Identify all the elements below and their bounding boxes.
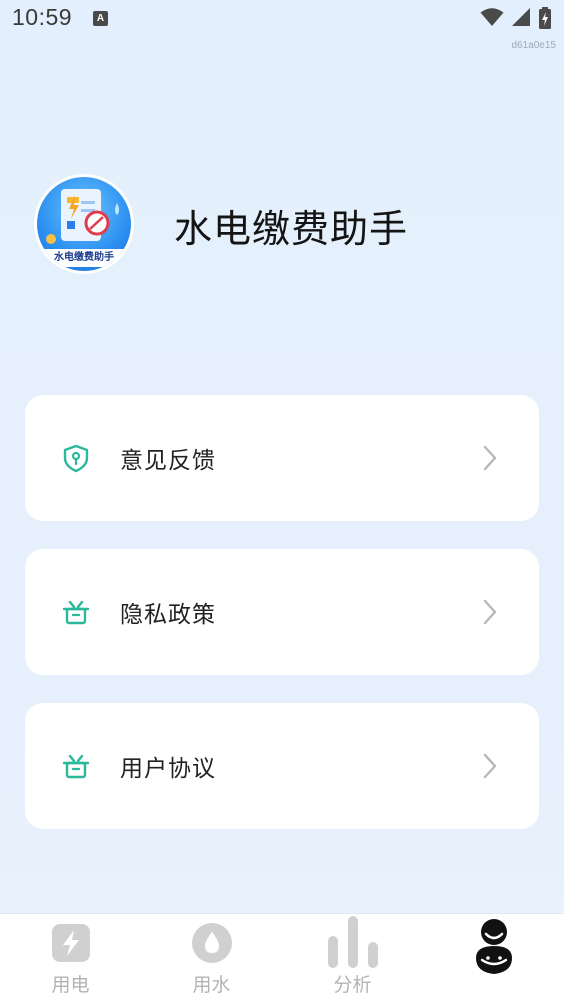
tab-analysis[interactable]: 分析 [282, 914, 423, 1004]
tab-profile[interactable] [423, 914, 564, 1004]
electricity-icon [51, 924, 90, 962]
menu-item-privacy-policy[interactable]: 隐私政策 [25, 549, 539, 675]
app-logo: 水电缴费助手 [37, 177, 131, 271]
tab-label: 用水 [192, 974, 231, 996]
a-letter-icon: A [93, 11, 108, 26]
menu-item-label: 用户协议 [120, 756, 216, 782]
battery-icon [539, 7, 551, 29]
menu-item-feedback[interactable]: 意见反馈 [25, 395, 539, 521]
chevron-right-icon [483, 753, 497, 779]
wifi-icon [480, 8, 504, 26]
bar-chart-icon [327, 916, 378, 968]
shield-icon [63, 444, 89, 473]
gift-box-icon [62, 600, 90, 625]
status-bar: 10:59 A [0, 0, 564, 40]
status-time: 10:59 [12, 4, 73, 30]
chevron-right-icon [483, 599, 497, 625]
avatar: 水电缴费助手 [34, 174, 134, 274]
bottom-tab-bar: 用电 用水 分析 [0, 913, 564, 1004]
signal-icon [511, 8, 530, 26]
menu-item-label: 隐私政策 [120, 602, 216, 628]
avatar-caption: 水电缴费助手 [37, 249, 131, 267]
tab-label: 分析 [333, 974, 372, 996]
tab-label: 用电 [51, 974, 90, 996]
menu-item-user-agreement[interactable]: 用户协议 [25, 703, 539, 829]
profile-icon [475, 919, 512, 974]
menu-item-label: 意见反馈 [120, 448, 216, 474]
profile-header: 水电缴费助手 水电缴费助手 [34, 174, 534, 278]
status-icons [478, 7, 552, 29]
chevron-right-icon [483, 445, 497, 471]
gift-box-icon [62, 754, 90, 779]
water-drop-icon [191, 923, 232, 963]
build-id: d61a0e15 [511, 40, 557, 51]
app-title: 水电缴费助手 [174, 207, 409, 251]
tab-electricity[interactable]: 用电 [0, 914, 141, 1004]
tab-water[interactable]: 用水 [141, 914, 282, 1004]
